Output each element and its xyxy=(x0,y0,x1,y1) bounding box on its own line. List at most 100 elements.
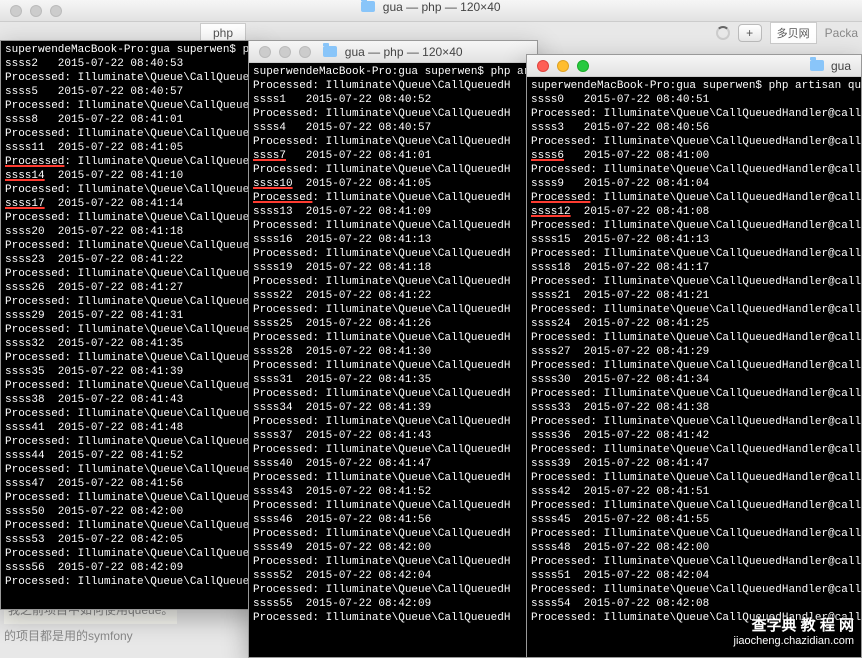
terminal-output-2[interactable]: superwendeMacBook-Pro:gua superwen$ php … xyxy=(249,63,537,657)
terminal-line: Processed: Illuminate\Queue\CallQueuedH xyxy=(253,499,533,513)
terminal-line: Processed: Illuminate\Queue\CallQueuedH xyxy=(253,443,533,457)
terminal-line: ssss12 2015-07-22 08:41:08 xyxy=(531,205,857,219)
terminal-line: Processed: Illuminate\Queue\CallQueuedH xyxy=(253,415,533,429)
terminal-line: ssss19 2015-07-22 08:41:18 xyxy=(253,261,533,275)
terminal-line: ssss29 2015-07-22 08:41:31 xyxy=(5,309,255,323)
terminal-line: Processed: Illuminate\Queue\CallQueuedHa… xyxy=(531,107,857,121)
terminal-line: ssss43 2015-07-22 08:41:52 xyxy=(253,485,533,499)
terminal-line: ssss1 2015-07-22 08:40:52 xyxy=(253,93,533,107)
terminal-line: ssss40 2015-07-22 08:41:47 xyxy=(253,457,533,471)
titlebar-2[interactable]: gua — php — 120×40 xyxy=(249,41,537,63)
terminal-output-3[interactable]: superwendeMacBook-Pro:gua superwen$ php … xyxy=(527,77,861,657)
terminal-line: Processed: Illuminate\Queue\CallQueuedHa… xyxy=(531,219,857,233)
terminal-line: ssss4 2015-07-22 08:40:57 xyxy=(253,121,533,135)
terminal-line: Processed: Illuminate\Queue\CallQueuedHa… xyxy=(531,527,857,541)
terminal-line: ssss9 2015-07-22 08:41:04 xyxy=(531,177,857,191)
terminal-line: Processed: Illuminate\Queue\CallQueuedHa… xyxy=(531,359,857,373)
terminal-line: Processed: Illuminate\Queue\CallQueuedH xyxy=(5,491,255,505)
terminal-line: Processed: Illuminate\Queue\CallQueuedHa… xyxy=(531,387,857,401)
terminal-line: Processed: Illuminate\Queue\CallQueuedH xyxy=(253,163,533,177)
terminal-window-1[interactable]: superwendeMacBook-Pro:gua superwen$ php s… xyxy=(0,40,260,610)
titlebar-3[interactable]: gua xyxy=(527,55,861,77)
minimize-icon[interactable] xyxy=(279,46,291,58)
terminal-line: ssss55 2015-07-22 08:42:09 xyxy=(253,597,533,611)
close-icon[interactable] xyxy=(537,60,549,72)
maximize-icon[interactable] xyxy=(299,46,311,58)
terminal-line: Processed: Illuminate\Queue\CallQueuedH xyxy=(253,275,533,289)
terminal-line: ssss31 2015-07-22 08:41:35 xyxy=(253,373,533,387)
terminal-line: ssss53 2015-07-22 08:42:05 xyxy=(5,533,255,547)
terminal-line: Processed: Illuminate\Queue\CallQueuedH xyxy=(5,183,255,197)
terminal-prompt: superwendeMacBook-Pro:gua superwen$ php … xyxy=(253,65,533,79)
terminal-line: ssss48 2015-07-22 08:42:00 xyxy=(531,541,857,555)
terminal-line: ssss26 2015-07-22 08:41:27 xyxy=(5,281,255,295)
terminal-line: ssss6 2015-07-22 08:41:00 xyxy=(531,149,857,163)
terminal-line: ssss16 2015-07-22 08:41:13 xyxy=(253,233,533,247)
terminal-line: ssss10 2015-07-22 08:41:05 xyxy=(253,177,533,191)
terminal-line: Processed: Illuminate\Queue\CallQueuedH xyxy=(5,295,255,309)
watermark-url: jiaocheng.chazidian.com xyxy=(734,635,854,647)
terminal-window-2[interactable]: gua — php — 120×40 superwendeMacBook-Pro… xyxy=(248,40,538,658)
terminal-line: Processed: Illuminate\Queue\CallQueuedHa… xyxy=(531,583,857,597)
terminal-line: Processed: Illuminate\Queue\CallQueuedH xyxy=(253,219,533,233)
terminal-line: ssss44 2015-07-22 08:41:52 xyxy=(5,449,255,463)
terminal-line: Processed: Illuminate\Queue\CallQueuedH xyxy=(253,555,533,569)
watermark-title: 查字典 教 程 网 xyxy=(751,617,854,634)
terminal-line: ssss28 2015-07-22 08:41:30 xyxy=(253,345,533,359)
terminal-line: ssss25 2015-07-22 08:41:26 xyxy=(253,317,533,331)
minimize-icon[interactable] xyxy=(30,5,42,17)
terminal-line: Processed: Illuminate\Queue\CallQueuedH xyxy=(5,99,255,113)
terminal-line: Processed: Illuminate\Queue\CallQueuedH xyxy=(5,463,255,477)
terminal-line: ssss27 2015-07-22 08:41:29 xyxy=(531,345,857,359)
terminal-line: ssss39 2015-07-22 08:41:47 xyxy=(531,457,857,471)
terminal-line: ssss14 2015-07-22 08:41:10 xyxy=(5,169,255,183)
terminal-line: Processed: Illuminate\Queue\CallQueuedH xyxy=(5,71,255,85)
terminal-line: ssss50 2015-07-22 08:42:00 xyxy=(5,505,255,519)
terminal-output-1[interactable]: superwendeMacBook-Pro:gua superwen$ php s… xyxy=(1,41,259,609)
terminal-prompt: superwendeMacBook-Pro:gua superwen$ php … xyxy=(531,79,857,93)
terminal-line: Processed: Illuminate\Queue\CallQueuedH xyxy=(253,387,533,401)
terminal-line: ssss18 2015-07-22 08:41:17 xyxy=(531,261,857,275)
terminal-line: ssss33 2015-07-22 08:41:38 xyxy=(531,401,857,415)
watermark: 查字典 教 程 网 jiaocheng.chazidian.com xyxy=(734,619,854,648)
terminal-line: ssss37 2015-07-22 08:41:43 xyxy=(253,429,533,443)
terminal-line: Processed: Illuminate\Queue\CallQueuedH xyxy=(253,247,533,261)
terminal-line: Processed: Illuminate\Queue\CallQueuedH xyxy=(5,519,255,533)
terminal-line: ssss42 2015-07-22 08:41:51 xyxy=(531,485,857,499)
terminal-window-3[interactable]: gua superwendeMacBook-Pro:gua superwen$ … xyxy=(526,54,862,658)
terminal-line: ssss47 2015-07-22 08:41:56 xyxy=(5,477,255,491)
terminal-line: ssss5 2015-07-22 08:40:57 xyxy=(5,85,255,99)
close-icon[interactable] xyxy=(259,46,271,58)
terminal-line: ssss56 2015-07-22 08:42:09 xyxy=(5,561,255,575)
maximize-icon[interactable] xyxy=(577,60,589,72)
terminal-line: ssss3 2015-07-22 08:40:56 xyxy=(531,121,857,135)
terminal-line: Processed: Illuminate\Queue\CallQueuedH xyxy=(5,407,255,421)
terminal-line: Processed: Illuminate\Queue\CallQueuedH xyxy=(5,211,255,225)
terminal-line: Processed: Illuminate\Queue\CallQueuedH xyxy=(5,155,255,169)
maximize-icon[interactable] xyxy=(50,5,62,17)
terminal-line: ssss20 2015-07-22 08:41:18 xyxy=(5,225,255,239)
loading-spinner-icon xyxy=(716,26,730,40)
terminal-line: Processed: Illuminate\Queue\CallQueuedHa… xyxy=(531,415,857,429)
folder-icon xyxy=(323,46,337,57)
terminal-line: Processed: Illuminate\Queue\CallQueuedHa… xyxy=(531,499,857,513)
terminal-line: Processed: Illuminate\Queue\CallQueuedH xyxy=(5,547,255,561)
terminal-prompt: superwendeMacBook-Pro:gua superwen$ php xyxy=(5,43,255,57)
add-tab-button[interactable]: + xyxy=(738,24,762,42)
terminal-line: ssss23 2015-07-22 08:41:22 xyxy=(5,253,255,267)
terminal-line: Processed: Illuminate\Queue\CallQueuedH xyxy=(5,351,255,365)
terminal-line: ssss0 2015-07-22 08:40:51 xyxy=(531,93,857,107)
close-icon[interactable] xyxy=(10,5,22,17)
terminal-line: Processed: Illuminate\Queue\CallQueuedHa… xyxy=(531,163,857,177)
terminal-line: ssss41 2015-07-22 08:41:48 xyxy=(5,421,255,435)
terminal-line: ssss34 2015-07-22 08:41:39 xyxy=(253,401,533,415)
terminal-line: Processed: Illuminate\Queue\CallQueuedH xyxy=(5,239,255,253)
terminal-line: Processed: Illuminate\Queue\CallQueuedH xyxy=(253,471,533,485)
app-badge: 多贝网 xyxy=(770,22,817,44)
terminal-line: Processed: Illuminate\Queue\CallQueuedHa… xyxy=(531,247,857,261)
minimize-icon[interactable] xyxy=(557,60,569,72)
terminal-line: ssss11 2015-07-22 08:41:05 xyxy=(5,141,255,155)
terminal-line: ssss7 2015-07-22 08:41:01 xyxy=(253,149,533,163)
terminal-line: Processed: Illuminate\Queue\CallQueuedH xyxy=(253,191,533,205)
terminal-line: ssss13 2015-07-22 08:41:09 xyxy=(253,205,533,219)
